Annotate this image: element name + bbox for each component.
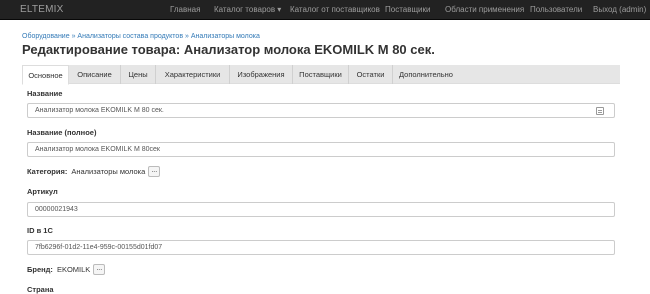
tab-characteristics[interactable]: Характеристики — [156, 65, 230, 84]
id1c-field-value: 7fb6296f-01d2-11e4-959c-00155d01fd07 — [35, 244, 163, 251]
category-value: Анализаторы молока — [71, 167, 146, 176]
tab-additional[interactable]: Дополнительно — [393, 65, 459, 84]
name-field-value: Анализатор молока EKOMILK M 80 сек. — [35, 107, 164, 114]
tab-bar: Основное Описание Цены Характеристики Из… — [22, 65, 620, 85]
brand-label: Бренд: — [27, 265, 53, 274]
tab-description[interactable]: Описание — [69, 65, 121, 84]
article-field-value: 00000021943 — [35, 206, 78, 213]
tab-images[interactable]: Изображения — [230, 65, 293, 84]
tab-prices[interactable]: Цены — [121, 65, 156, 84]
fullname-field-value: Анализатор молока EKOMILK M 80сек — [35, 146, 160, 153]
breadcrumb: Оборудование » Анализаторы состава проду… — [22, 33, 260, 40]
brand-select-button[interactable]: ... — [93, 264, 106, 275]
article-field[interactable]: 00000021943 — [27, 202, 615, 217]
page-title: Редактирование товара: Анализатор молока… — [22, 42, 435, 57]
id1c-field[interactable]: 7fb6296f-01d2-11e4-959c-00155d01fd07 — [27, 240, 615, 255]
nav-supplier-catalog[interactable]: Каталог от поставщиков — [290, 5, 380, 14]
tab-main[interactable]: Основное — [22, 65, 69, 85]
breadcrumb-separator: » — [185, 33, 189, 40]
nav-users[interactable]: Пользователи — [530, 5, 582, 14]
brand-logo[interactable]: ELTEMIX — [20, 4, 63, 15]
breadcrumb-item[interactable]: Оборудование — [22, 33, 70, 40]
fullname-field[interactable]: Анализатор молока EKOMILK M 80сек — [27, 142, 615, 157]
tab-suppliers[interactable]: Поставщики — [293, 65, 349, 84]
breadcrumb-item[interactable]: Анализаторы состава продуктов — [77, 33, 183, 40]
article-label: Артикул — [27, 187, 58, 196]
nav-suppliers[interactable]: Поставщики — [385, 5, 431, 14]
name-field[interactable]: Анализатор молока EKOMILK M 80 сек. — [27, 103, 615, 118]
category-row: Категория: Анализаторы молока ... — [27, 166, 161, 177]
breadcrumb-separator: » — [71, 33, 76, 40]
list-icon[interactable] — [596, 107, 604, 115]
nav-catalog[interactable]: Каталог товаров ▾ — [214, 5, 281, 14]
country-label: Страна — [27, 285, 54, 294]
top-navbar: ELTEMIX Главная Каталог товаров ▾ Катало… — [0, 0, 650, 20]
nav-logout[interactable]: Выход (admin) — [593, 5, 646, 14]
breadcrumb-item[interactable]: Анализаторы молока — [191, 33, 260, 40]
category-label: Категория: — [27, 167, 68, 176]
nav-home[interactable]: Главная — [170, 5, 200, 14]
id1c-label: ID в 1С — [27, 226, 53, 235]
nav-applications[interactable]: Области применения — [445, 5, 524, 14]
fullname-label: Название (полное) — [27, 128, 97, 137]
category-select-button[interactable]: ... — [148, 166, 161, 177]
name-label: Название — [27, 89, 63, 98]
brand-value: EKOMILK — [56, 265, 91, 274]
brand-row: Бренд: EKOMILK ... — [27, 264, 106, 275]
tab-stock[interactable]: Остатки — [349, 65, 393, 84]
